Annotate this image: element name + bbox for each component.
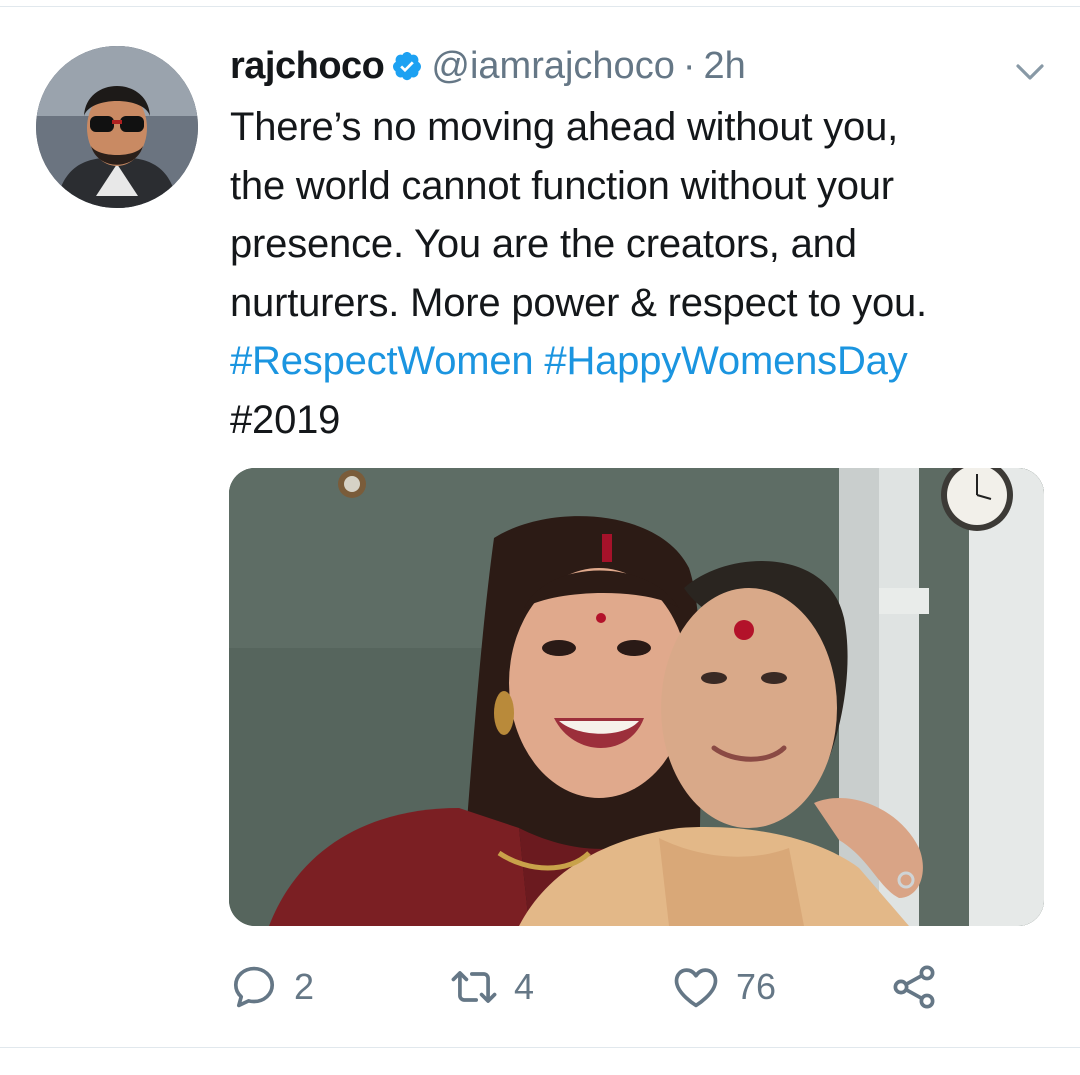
hashtag-respect-women[interactable]: #RespectWomen	[230, 339, 534, 383]
separator-dot: ·	[682, 44, 696, 87]
tweet-actions: 2 4 76	[0, 955, 1080, 1019]
user-handle[interactable]: @iamrajchoco	[431, 45, 674, 88]
chevron-down-icon[interactable]	[1012, 56, 1048, 86]
tweet-body: There’s no moving ahead without you, the…	[230, 98, 1050, 449]
bottom-divider	[0, 1047, 1080, 1048]
reply-count: 2	[294, 966, 315, 1007]
share-button[interactable]	[888, 955, 940, 1019]
tweet-text-line: the world cannot function without your	[230, 163, 894, 208]
retweet-icon	[451, 971, 497, 1003]
share-icon	[893, 965, 935, 1009]
reply-button[interactable]: 2	[228, 955, 314, 1019]
tweet-text-line: presence. You are the creators, and	[230, 222, 857, 266]
retweet-count: 4	[514, 966, 535, 1007]
avatar[interactable]	[36, 46, 198, 208]
like-count: 76	[736, 966, 777, 1007]
tweet-text-line: nurturers. More power & respect to you.	[230, 280, 927, 325]
reply-icon	[233, 966, 275, 1008]
display-name[interactable]: rajchoco	[230, 45, 385, 88]
tweet-text-line: There’s no moving ahead without you,	[230, 105, 899, 149]
tweet-photo[interactable]	[229, 468, 1044, 926]
verified-badge-icon	[393, 52, 422, 81]
hashtag-line: #RespectWomen #HappyWomensDay	[230, 332, 1050, 391]
like-button[interactable]: 76	[670, 955, 776, 1019]
hashtag-happy-womens-day[interactable]: #HappyWomensDay	[544, 339, 907, 383]
tweet-header: rajchoco @iamrajchoco · 2h	[230, 38, 746, 94]
top-divider	[0, 6, 1080, 7]
tweet-timestamp[interactable]: 2h	[703, 45, 745, 88]
hashtag-2019[interactable]: #2019	[230, 391, 1050, 450]
heart-icon	[674, 968, 718, 1008]
retweet-button[interactable]: 4	[448, 955, 534, 1019]
